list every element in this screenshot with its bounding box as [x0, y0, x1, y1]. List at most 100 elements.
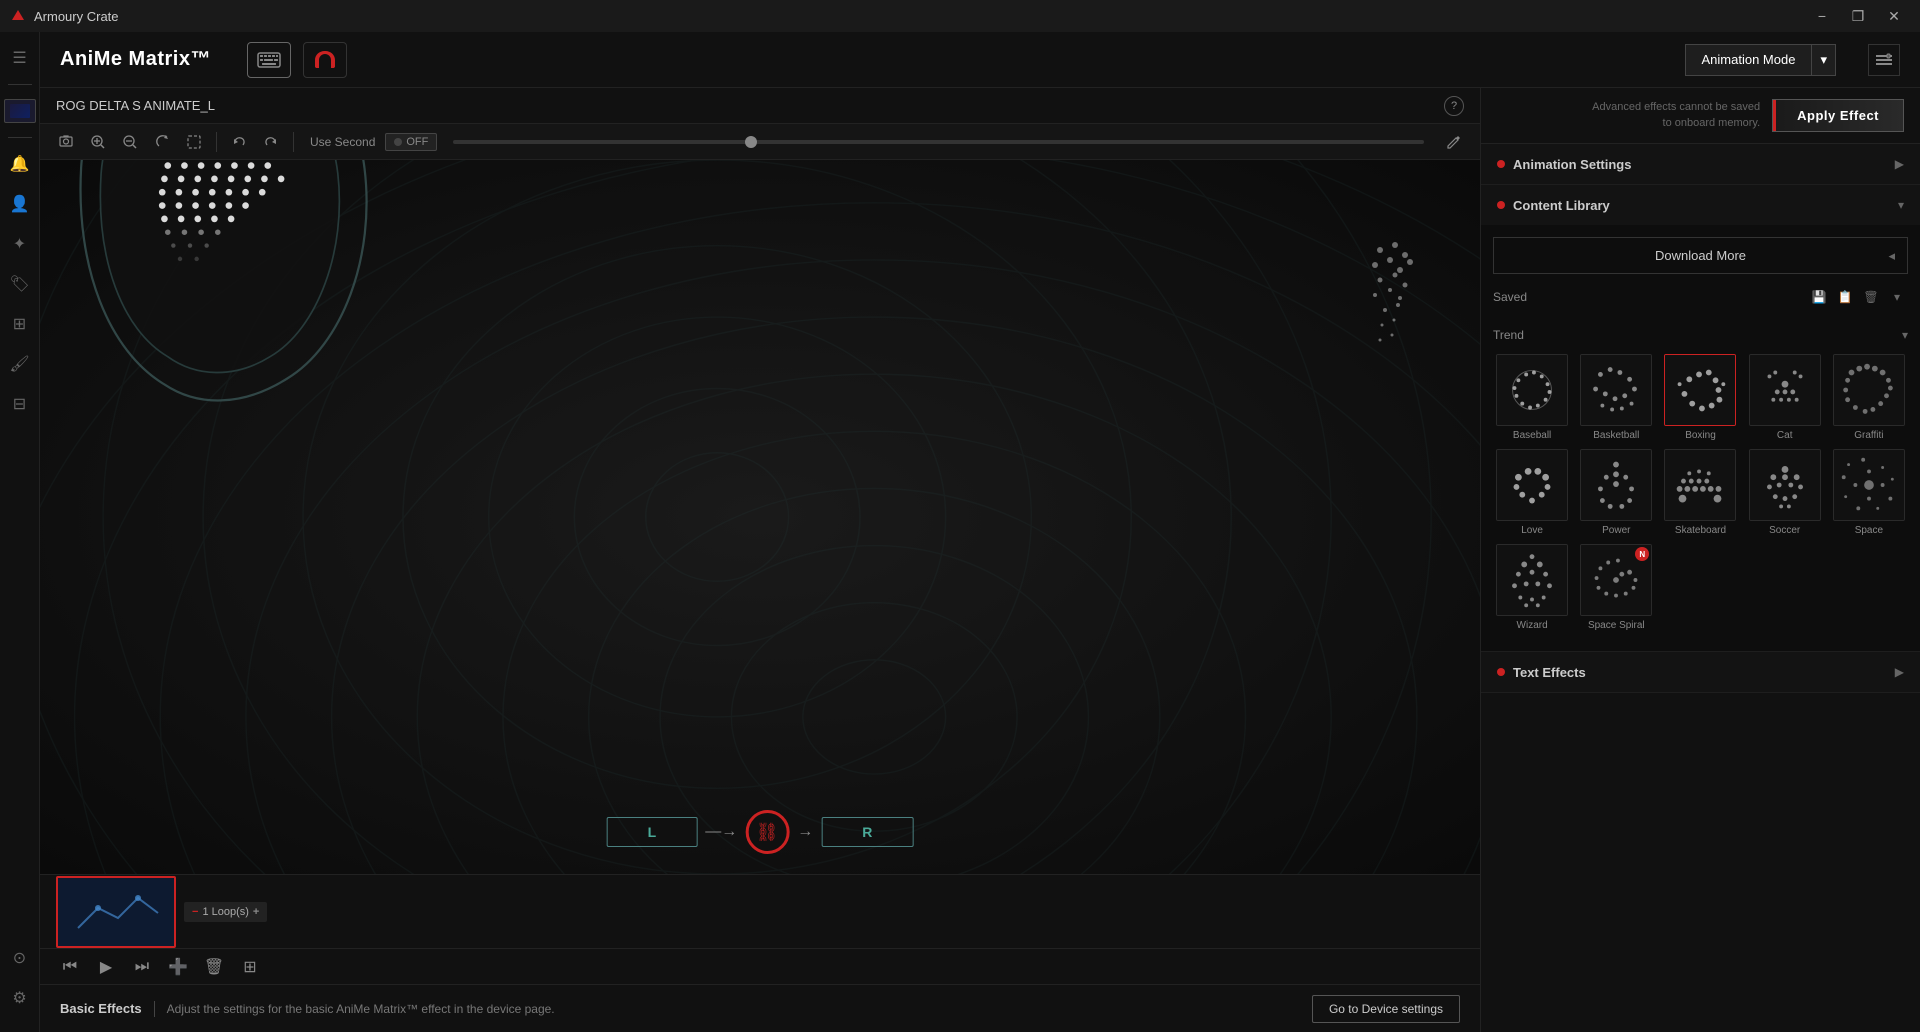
- play-btn[interactable]: ▶: [92, 953, 120, 981]
- go-to-device-button[interactable]: Go to Device settings: [1312, 995, 1460, 1023]
- bottom-bar: Basic Effects Adjust the settings for th…: [40, 984, 1480, 1032]
- effect-thumbnail-love[interactable]: [1496, 449, 1568, 521]
- effect-item-cat[interactable]: Cat: [1746, 354, 1824, 441]
- sidebar-profile-icon[interactable]: ⊙: [2, 940, 38, 976]
- toggle-off-btn[interactable]: OFF: [385, 133, 437, 151]
- effect-thumbnail-skateboard[interactable]: [1664, 449, 1736, 521]
- screenshot-btn[interactable]: [52, 128, 80, 156]
- sidebar-settings-icon[interactable]: ⚙: [2, 980, 38, 1016]
- text-effects-header[interactable]: Text Effects ▶: [1481, 652, 1920, 692]
- titlebar-app-name: Armoury Crate: [34, 9, 119, 24]
- apply-effect-button[interactable]: Apply Effect: [1772, 99, 1904, 132]
- timeline-clip[interactable]: [56, 876, 176, 948]
- effect-item-love[interactable]: Love: [1493, 449, 1571, 536]
- animation-settings-header[interactable]: Animation Settings ▶: [1481, 144, 1920, 184]
- effect-thumbnail-soccer[interactable]: [1749, 449, 1821, 521]
- redo-btn[interactable]: [257, 128, 285, 156]
- effect-thumbnail-baseball[interactable]: [1496, 354, 1568, 426]
- download-more-button[interactable]: Download More: [1493, 237, 1908, 274]
- keyboard-device-btn[interactable]: [247, 42, 291, 78]
- sidebar-menu-icon[interactable]: ☰: [2, 40, 38, 76]
- effect-thumbnail-wizard[interactable]: [1496, 544, 1568, 616]
- animation-mode-arrow-btn[interactable]: ▾: [1811, 44, 1836, 76]
- space-preview: [1834, 450, 1904, 520]
- effect-thumbnail-boxing[interactable]: [1664, 354, 1736, 426]
- loop-minus[interactable]: −: [192, 906, 198, 918]
- effect-thumbnail-power[interactable]: [1580, 449, 1652, 521]
- chain-link-icon[interactable]: ⛓: [745, 810, 789, 854]
- effect-item-space[interactable]: Space: [1830, 449, 1908, 536]
- sidebar-thumbnail-item[interactable]: [2, 93, 38, 129]
- sidebar-brush-icon[interactable]: 🖌: [2, 346, 38, 382]
- effect-label-space-spiral: Space Spiral: [1588, 620, 1645, 631]
- timeline-controls: ⏮ ▶ ⏭ ➕ 🗑 ⊞: [40, 948, 1480, 984]
- boxing-preview: [1665, 355, 1735, 425]
- effect-label-basketball: Basketball: [1593, 430, 1639, 441]
- sidebar-sliders-icon[interactable]: ⊞: [2, 306, 38, 342]
- delete-clip-btn[interactable]: 🗑: [200, 953, 228, 981]
- effect-item-wizard[interactable]: Wizard: [1493, 544, 1571, 631]
- rotate-btn[interactable]: [148, 128, 176, 156]
- effect-thumbnail-basketball[interactable]: [1580, 354, 1652, 426]
- add-clip-btn[interactable]: ➕: [164, 953, 192, 981]
- animation-settings-arrow: ▶: [1895, 157, 1904, 171]
- canvas-view[interactable]: L —→ ⛓ → R: [40, 160, 1480, 874]
- top-header: AniMe Matrix™: [40, 32, 1920, 88]
- expand-saved-btn[interactable]: ▾: [1886, 286, 1908, 308]
- headphone-device-btn[interactable]: [303, 42, 347, 78]
- headphone-icon: [311, 46, 339, 74]
- basic-effects-description: Adjust the settings for the basic AniMe …: [167, 1002, 555, 1016]
- animation-mode-button[interactable]: Animation Mode: [1685, 44, 1812, 76]
- minimize-button[interactable]: −: [1806, 6, 1838, 26]
- right-dots: [1320, 220, 1420, 420]
- content-library-header[interactable]: Content Library ▾: [1481, 185, 1920, 225]
- zoom-out-btn[interactable]: [116, 128, 144, 156]
- settings-clip-btn[interactable]: ⊞: [236, 953, 264, 981]
- zoom-in-btn[interactable]: [84, 128, 112, 156]
- sidebar-notification-icon[interactable]: 🔔: [2, 146, 38, 182]
- sidebar-user-icon[interactable]: 👤: [2, 186, 38, 222]
- toolbar-sep-2: [293, 132, 294, 152]
- graffiti-preview: [1834, 355, 1904, 425]
- undo-btn[interactable]: [225, 128, 253, 156]
- skip-forward-btn[interactable]: ⏭: [128, 953, 156, 981]
- skip-back-btn[interactable]: ⏮: [56, 953, 84, 981]
- effect-thumbnail-cat[interactable]: [1749, 354, 1821, 426]
- sidebar-tag-icon[interactable]: 🏷: [2, 266, 38, 302]
- effect-thumbnail-space[interactable]: [1833, 449, 1905, 521]
- timeline-thumb[interactable]: [745, 136, 757, 148]
- help-button[interactable]: ?: [1444, 96, 1464, 116]
- cat-preview: [1750, 355, 1820, 425]
- save-icon-btn[interactable]: 💾: [1808, 286, 1830, 308]
- close-button[interactable]: ✕: [1878, 6, 1910, 26]
- save-as-icon-btn[interactable]: 📋: [1834, 286, 1856, 308]
- timeline-slider[interactable]: [453, 140, 1424, 144]
- delete-icon-btn[interactable]: 🗑: [1860, 286, 1882, 308]
- canvas-toolbar: Use Second OFF: [40, 124, 1480, 160]
- effect-item-basketball[interactable]: Basketball: [1577, 354, 1655, 441]
- edit-btn[interactable]: [1440, 128, 1468, 156]
- content-library-title: Content Library: [1513, 198, 1890, 213]
- loop-plus[interactable]: +: [253, 906, 259, 918]
- effect-thumbnail-graffiti[interactable]: [1833, 354, 1905, 426]
- effect-item-boxing[interactable]: Boxing: [1661, 354, 1739, 441]
- right-panel-scroll[interactable]: Animation Settings ▶ Content Library ▾: [1481, 144, 1920, 1032]
- lr-arrow-2: →: [797, 823, 813, 841]
- sidebar-layers-icon[interactable]: ⊟: [2, 386, 38, 422]
- effect-item-baseball[interactable]: Baseball: [1493, 354, 1571, 441]
- sidebar-light-icon[interactable]: ✦: [2, 226, 38, 262]
- settings-panel-btn[interactable]: [1868, 44, 1900, 76]
- effect-item-power[interactable]: Power: [1577, 449, 1655, 536]
- headphone-shape: [40, 160, 420, 410]
- effect-item-space-spiral[interactable]: N Space Spiral: [1577, 544, 1655, 631]
- trend-collapse-btn[interactable]: ▾: [1902, 328, 1908, 342]
- select-btn[interactable]: [180, 128, 208, 156]
- canvas-area: ROG DELTA S ANIMATE_L ?: [40, 88, 1480, 1032]
- effect-item-skateboard[interactable]: Skateboard: [1661, 449, 1739, 536]
- effect-item-soccer[interactable]: Soccer: [1746, 449, 1824, 536]
- effect-item-graffiti[interactable]: Graffiti: [1830, 354, 1908, 441]
- mode-selector: Animation Mode ▾: [1685, 44, 1836, 76]
- content-area: AniMe Matrix™: [40, 32, 1920, 1032]
- restore-button[interactable]: ❐: [1842, 6, 1874, 26]
- effect-thumbnail-space-spiral[interactable]: N: [1580, 544, 1652, 616]
